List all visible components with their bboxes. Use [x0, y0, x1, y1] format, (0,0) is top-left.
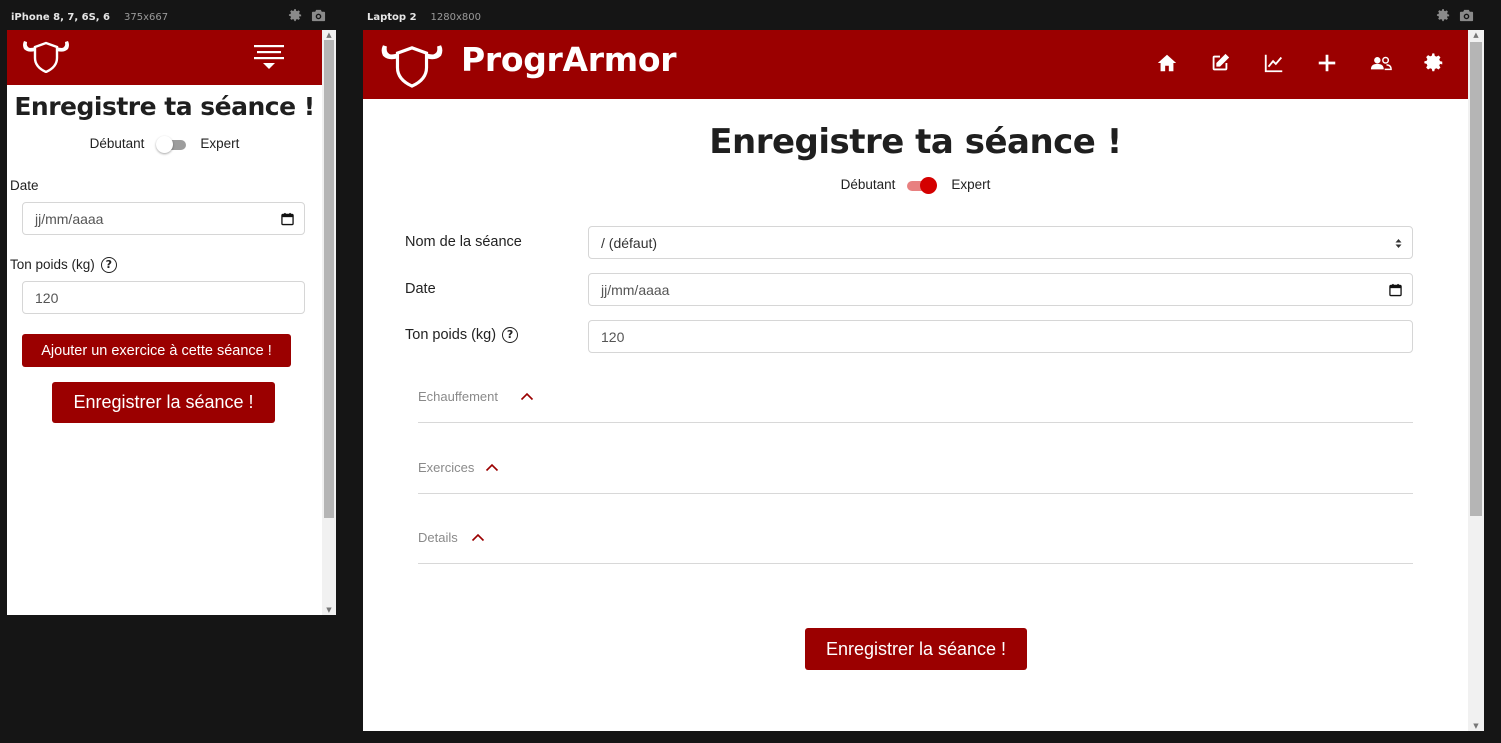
page-title: Enregistre ta séance !: [709, 122, 1122, 162]
laptop-header: ProgrArmor: [363, 30, 1468, 99]
help-icon[interactable]: ?: [100, 257, 117, 274]
scroll-up-icon[interactable]: ▲: [1468, 30, 1484, 40]
date-field[interactable]: jj/mm/aaaa: [588, 273, 1413, 306]
edit-icon[interactable]: [1194, 50, 1248, 76]
save-session-button[interactable]: Enregistrer la séance !: [52, 382, 275, 423]
users-icon[interactable]: [1354, 50, 1408, 76]
toggle-label-expert: Expert: [200, 136, 240, 151]
weight-label: Ton poids (kg): [405, 327, 497, 343]
scroll-thumb[interactable]: [324, 40, 334, 518]
date-field[interactable]: jj/mm/aaaa: [22, 202, 305, 235]
laptop-scrollbar[interactable]: ▲ ▼: [1468, 30, 1484, 731]
scroll-up-icon[interactable]: ▲: [322, 30, 336, 40]
phone-device-name[interactable]: iPhone 8, 7, 6S, 6: [11, 12, 110, 23]
session-name-select[interactable]: / (défaut): [588, 226, 1413, 259]
weight-value: 120: [35, 289, 59, 306]
help-icon[interactable]: ?: [502, 327, 519, 344]
scroll-down-icon[interactable]: ▼: [322, 605, 336, 615]
chart-icon[interactable]: [1247, 50, 1301, 76]
add-exercise-button[interactable]: Ajouter un exercice à cette séance !: [22, 334, 291, 367]
main-nav: [1140, 50, 1461, 76]
camera-icon[interactable]: [311, 8, 326, 23]
brand-name[interactable]: ProgrArmor: [461, 40, 676, 79]
laptop-device-name[interactable]: Laptop 2: [367, 12, 417, 23]
save-session-button[interactable]: Enregistrer la séance !: [805, 628, 1027, 670]
select-arrows-icon: [1395, 239, 1402, 248]
phone-scrollbar[interactable]: ▲ ▼: [322, 30, 336, 615]
page-title: Enregistre ta séance !: [14, 92, 315, 121]
section-details[interactable]: Details: [418, 530, 1413, 564]
gear-icon[interactable]: [1436, 8, 1451, 23]
calendar-icon[interactable]: [281, 212, 294, 225]
weight-label-row: Ton poids (kg)?: [405, 327, 519, 344]
section-warmup[interactable]: Echauffement: [418, 389, 1413, 423]
phone-device-tools: [288, 8, 326, 23]
chevron-up-icon[interactable]: [485, 463, 499, 472]
session-name-label: Nom de la séance: [405, 234, 522, 250]
camera-icon[interactable]: [1459, 8, 1474, 23]
level-toggle-row: Débutant Expert: [7, 135, 322, 153]
phone-device-size[interactable]: 375x667: [124, 12, 168, 23]
switch-knob: [920, 176, 938, 194]
chevron-up-icon[interactable]: [520, 392, 534, 401]
laptop-device-tools: [1436, 8, 1474, 23]
weight-label: Ton poids (kg): [10, 257, 95, 272]
home-icon[interactable]: [1140, 50, 1194, 76]
laptop-device-size[interactable]: 1280x800: [431, 12, 481, 23]
plus-icon[interactable]: [1301, 50, 1355, 76]
settings-icon[interactable]: [1408, 50, 1462, 76]
weight-input[interactable]: 120: [588, 320, 1413, 353]
chevron-up-icon[interactable]: [471, 533, 485, 542]
scroll-down-icon[interactable]: ▼: [1468, 721, 1484, 731]
weight-label-row: Ton poids (kg)?: [10, 257, 117, 274]
date-placeholder: jj/mm/aaaa: [35, 210, 104, 227]
menu-icon[interactable]: [253, 44, 285, 76]
date-label: Date: [10, 178, 39, 193]
level-toggle-row: Débutant Expert: [363, 176, 1468, 194]
phone-frame: Enregistre ta séance ! Débutant Expert D…: [7, 30, 336, 615]
laptop-device-bar: Laptop 2 1280x800: [367, 8, 481, 26]
toggle-label-beginner: Débutant: [89, 136, 145, 151]
weight-input[interactable]: 120: [22, 281, 305, 314]
level-switch[interactable]: [156, 135, 187, 153]
toggle-label-expert: Expert: [951, 177, 991, 192]
calendar-icon[interactable]: [1389, 283, 1402, 296]
section-label: Echauffement: [418, 389, 498, 404]
date-placeholder: jj/mm/aaaa: [601, 281, 670, 298]
armor-logo-icon[interactable]: [21, 39, 71, 77]
section-label: Details: [418, 530, 458, 545]
section-exercises[interactable]: Exercices: [418, 460, 1413, 494]
phone-device-bar: iPhone 8, 7, 6S, 6 375x667: [11, 8, 168, 26]
session-name-value: / (défaut): [601, 234, 658, 251]
toggle-label-beginner: Débutant: [840, 177, 896, 192]
armor-logo-icon[interactable]: [379, 42, 445, 92]
date-label: Date: [405, 281, 436, 297]
laptop-frame: ProgrArmor Enregistre ta séance ! Débuta…: [363, 30, 1484, 731]
switch-knob: [156, 135, 174, 153]
gear-icon[interactable]: [288, 8, 303, 23]
phone-header: [7, 30, 322, 85]
level-switch[interactable]: [907, 176, 938, 194]
section-label: Exercices: [418, 460, 475, 475]
weight-value: 120: [601, 328, 625, 345]
scroll-thumb[interactable]: [1470, 42, 1482, 516]
